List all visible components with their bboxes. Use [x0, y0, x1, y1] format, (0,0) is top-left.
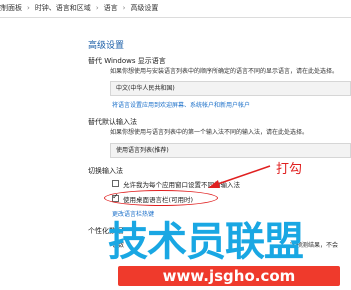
annotation-text: 打勾	[276, 162, 303, 177]
watermark-logo: 技术员联盟	[108, 219, 304, 265]
watermark-url: www.jsgho.com	[118, 266, 340, 286]
